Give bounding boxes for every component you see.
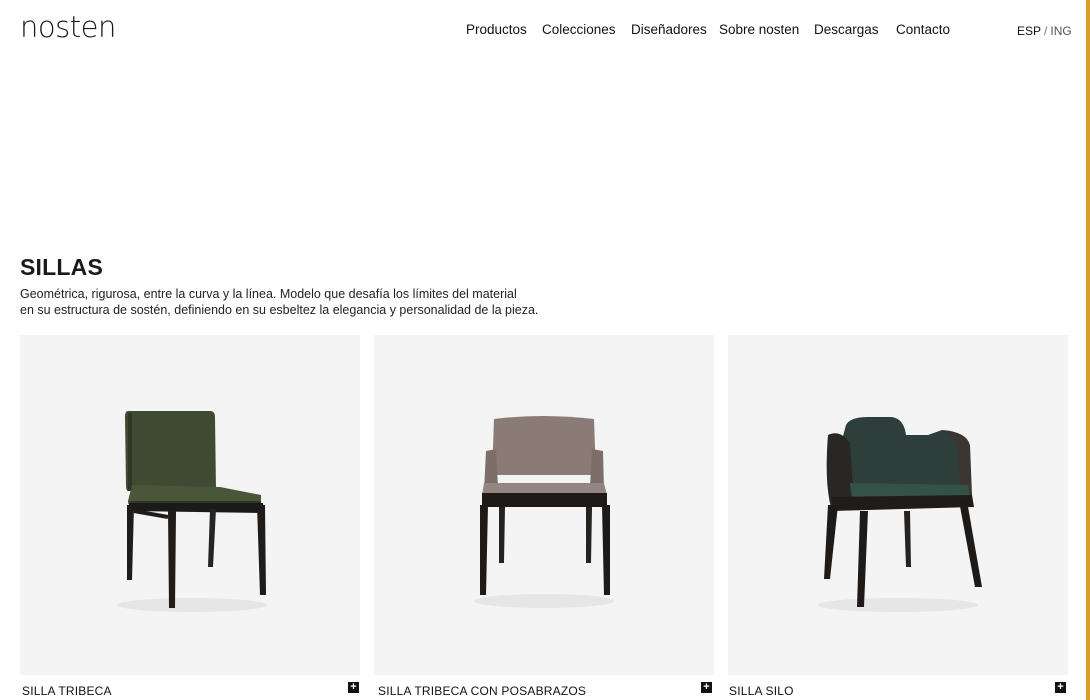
language-switcher: ESP / ING [1017, 24, 1072, 38]
lang-separator: / [1044, 24, 1048, 38]
nav-item-productos[interactable]: Productos [466, 22, 527, 37]
category-title: SILLAS [20, 254, 103, 280]
chair-image [818, 417, 982, 612]
category-intro: SILLAS Geométrica, rigurosa, entre la cu… [20, 254, 540, 318]
description-line-2: en su estructura de sostén, definiendo e… [20, 302, 539, 317]
nav-item-disenadores[interactable]: Diseñadores [631, 22, 707, 37]
product-name[interactable]: SILLA TRIBECA [22, 684, 112, 698]
lang-ing[interactable]: ING [1050, 24, 1071, 38]
product-name[interactable]: SILLA TRIBECA CON POSABRAZOS [378, 684, 586, 698]
nav-item-descargas[interactable]: Descargas [814, 22, 879, 37]
plus-icon[interactable]: + [1055, 682, 1066, 693]
chair-image [474, 416, 614, 608]
nav-item-colecciones[interactable]: Colecciones [542, 22, 616, 37]
nav-item-contacto[interactable]: Contacto [896, 22, 950, 37]
site-header: nosten Productos Colecciones Diseñadores… [0, 0, 1086, 60]
product-card-silla-tribeca[interactable] [20, 335, 360, 675]
lang-esp[interactable]: ESP [1017, 24, 1041, 38]
nav-item-sobre-nosten[interactable]: Sobre nosten [719, 22, 799, 37]
category-description: Geométrica, rigurosa, entre la curva y l… [20, 287, 540, 318]
plus-icon[interactable]: + [348, 682, 359, 693]
description-line-1: Geométrica, rigurosa, entre la curva y l… [20, 287, 517, 301]
brand-logo[interactable]: nosten [20, 10, 116, 44]
chair-image [117, 411, 267, 612]
accent-bar [1086, 0, 1090, 700]
product-name[interactable]: SILLA SILO [729, 684, 794, 698]
product-card-silla-silo[interactable] [728, 335, 1068, 675]
product-card-silla-tribeca-posabrazos[interactable] [374, 335, 714, 675]
plus-icon[interactable]: + [701, 682, 712, 693]
